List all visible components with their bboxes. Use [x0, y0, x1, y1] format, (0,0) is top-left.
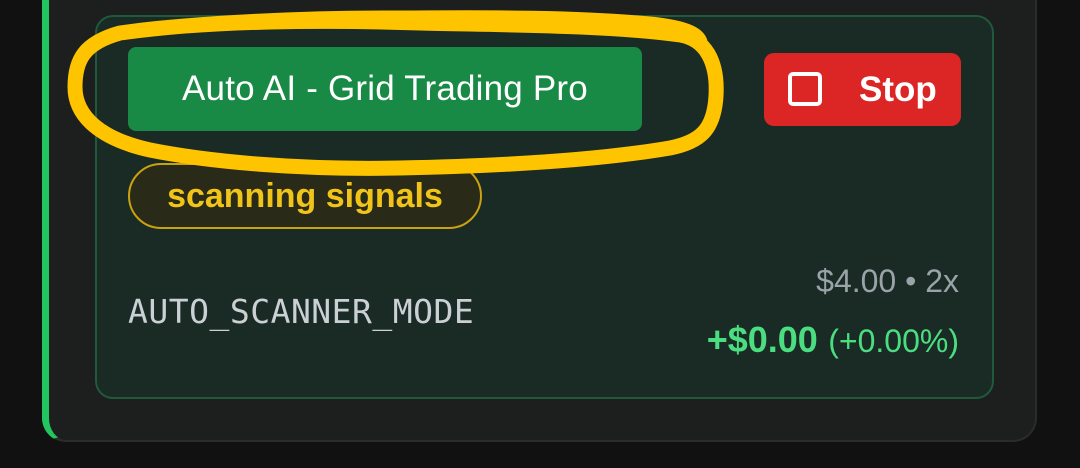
- stop-button-label: Stop: [859, 70, 937, 109]
- separator-dot: •: [905, 263, 917, 299]
- leverage-value: 2x: [925, 263, 959, 299]
- stop-button[interactable]: Stop: [764, 53, 961, 126]
- mode-label: AUTO_SCANNER_MODE: [128, 292, 475, 331]
- pnl-value: +$0.00: [706, 319, 818, 360]
- status-badge: scanning signals: [128, 163, 482, 229]
- stop-square-icon: [788, 72, 822, 106]
- strategy-name-badge: Auto AI - Grid Trading Pro: [128, 47, 642, 131]
- position-size-line: $4.00 • 2x: [816, 261, 959, 301]
- amount-value: $4.00: [816, 263, 897, 299]
- pnl-line: +$0.00 (+0.00%): [707, 318, 959, 363]
- page: Auto AI - Grid Trading Pro Stop scanning…: [0, 0, 1080, 468]
- pnl-percent: (+0.00%): [828, 323, 959, 359]
